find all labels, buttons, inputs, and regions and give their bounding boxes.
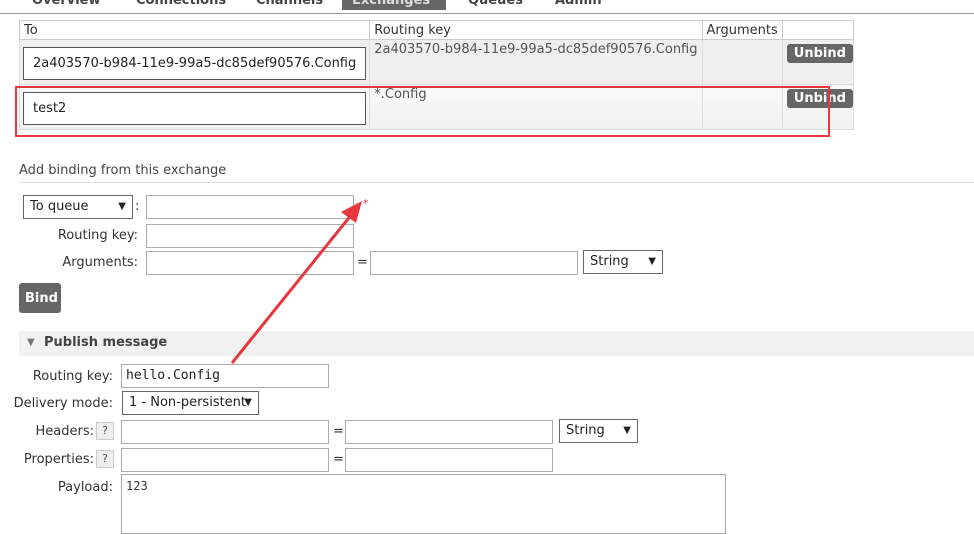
tab-overview[interactable]: Overview <box>22 0 111 10</box>
equals-sign: = <box>333 424 344 439</box>
binding-destination-link[interactable]: test2 <box>23 92 367 125</box>
destination-name-input[interactable] <box>146 195 354 219</box>
column-header-arguments: Arguments <box>701 20 783 40</box>
header-type-select[interactable]: String ▼ <box>559 419 638 443</box>
property-value-input[interactable] <box>345 448 553 472</box>
bindings-table: To Routing key Arguments 2a403570-b984-1… <box>18 20 854 130</box>
bind-button[interactable]: Bind <box>19 283 61 313</box>
property-key-input[interactable] <box>121 448 329 472</box>
required-indicator: * <box>363 197 369 210</box>
unbind-button[interactable]: Unbind <box>786 89 853 108</box>
binding-argument-type-select[interactable]: String ▼ <box>583 250 663 274</box>
chevron-down-icon: ▼ <box>118 201 126 212</box>
column-header-to: To <box>18 20 371 40</box>
chevron-down-icon: ▼ <box>623 425 631 436</box>
tab-channels[interactable]: Channels <box>246 0 333 10</box>
binding-routing-key: *.Config <box>369 84 703 130</box>
destination-type-select[interactable]: To queue ▼ <box>23 195 133 219</box>
payload-textarea[interactable]: 123 <box>121 474 726 534</box>
binding-argument-key-input[interactable] <box>146 251 354 275</box>
properties-help-icon[interactable]: ? <box>96 450 114 468</box>
publish-routing-key-input[interactable]: hello.Config <box>121 364 329 388</box>
tab-exchanges[interactable]: Exchanges <box>342 0 446 10</box>
publish-routing-key-label: Routing key: <box>32 369 113 384</box>
section-divider <box>19 182 974 183</box>
equals-sign: = <box>333 452 344 467</box>
binding-routing-key-label: Routing key: <box>57 228 138 243</box>
publish-message-title: Publish message <box>44 335 168 350</box>
binding-argument-value-input[interactable] <box>370 251 578 275</box>
binding-arguments <box>701 39 783 85</box>
binding-arguments <box>701 84 783 130</box>
binding-arguments-label: Arguments: <box>62 255 138 270</box>
delivery-mode-select[interactable]: 1 - Non-persistent ▼ <box>122 391 259 415</box>
headers-label: Headers: <box>35 424 95 439</box>
argument-type-value: String <box>590 254 629 269</box>
headers-help-icon[interactable]: ? <box>96 422 114 440</box>
binding-routing-key: 2a403570-b984-11e9-99a5-dc85def90576.Con… <box>369 39 703 85</box>
binding-routing-key-input[interactable] <box>146 224 354 248</box>
binding-destination-link[interactable]: 2a403570-b984-11e9-99a5-dc85def90576.Con… <box>23 47 367 80</box>
column-header-routing-key: Routing key <box>369 20 703 40</box>
destination-type-value: To queue <box>30 199 89 214</box>
payload-label: Payload: <box>57 480 113 495</box>
tab-queues[interactable]: Queues <box>458 0 533 10</box>
chevron-down-icon: ▼ <box>244 397 252 408</box>
tab-admin[interactable]: Admin <box>545 0 612 10</box>
collapse-triangle-icon: ▼ <box>27 337 35 348</box>
table-row: 2a403570-b984-11e9-99a5-dc85def90576.Con… <box>18 39 854 85</box>
tab-connections[interactable]: Connections <box>126 0 236 10</box>
delivery-mode-label: Delivery mode: <box>13 396 113 411</box>
publish-message-header[interactable]: ▼ Publish message <box>19 331 974 356</box>
top-nav: Overview Connections Channels Exchanges … <box>0 0 974 14</box>
properties-label: Properties: <box>23 452 94 467</box>
table-row: test2 *.Config Unbind <box>18 84 854 130</box>
delivery-mode-value: 1 - Non-persistent <box>129 395 247 410</box>
add-binding-title: Add binding from this exchange <box>19 163 227 178</box>
equals-sign: = <box>357 255 368 270</box>
destination-colon: : <box>135 199 140 214</box>
unbind-button[interactable]: Unbind <box>786 44 853 63</box>
header-type-value: String <box>566 423 605 438</box>
header-key-input[interactable] <box>121 420 329 444</box>
header-value-input[interactable] <box>345 420 553 444</box>
chevron-down-icon: ▼ <box>648 256 656 267</box>
column-header-action <box>781 20 854 40</box>
